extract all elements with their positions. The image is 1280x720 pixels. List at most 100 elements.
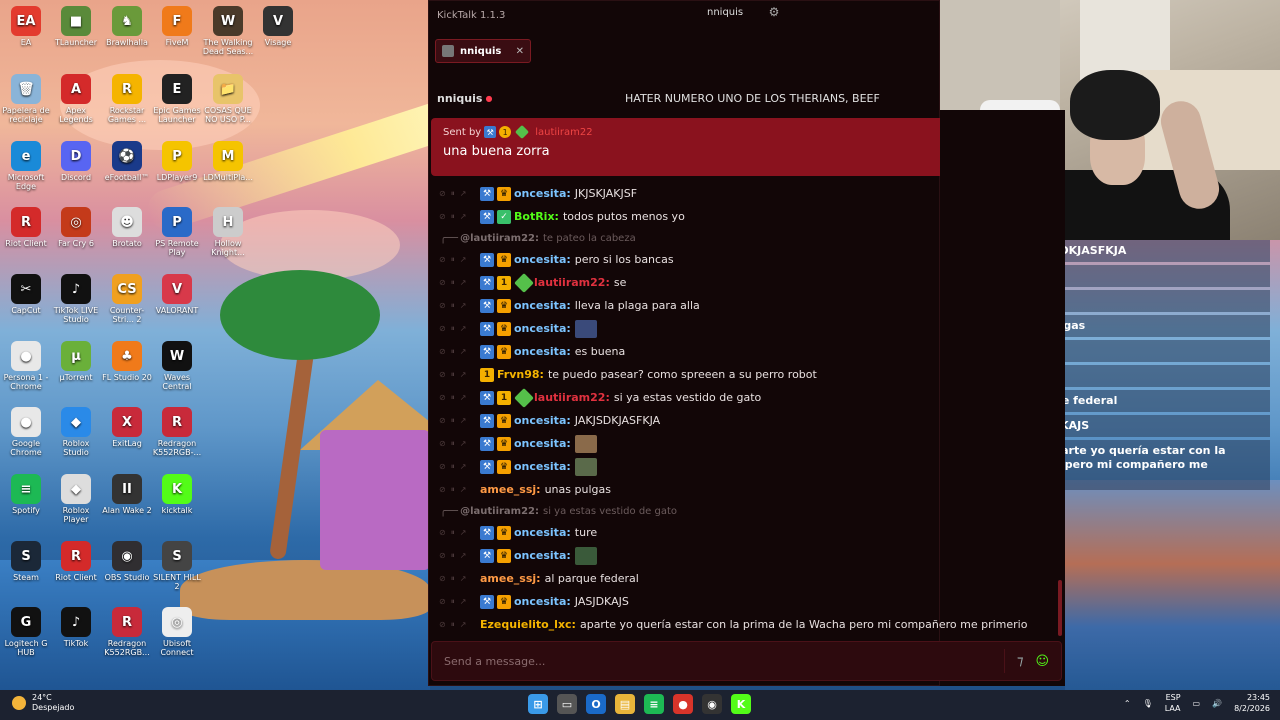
desktop-icon[interactable]: ◎ Ubisoft Connect <box>151 603 203 657</box>
chat-username[interactable]: oncesita: <box>514 414 571 427</box>
chat-username[interactable]: lautiiram22: <box>534 391 610 404</box>
moderator-badge-icon[interactable]: ⚒ <box>480 186 494 201</box>
timeout-icon[interactable]: ⏸ <box>451 301 455 311</box>
moderator-badge-icon[interactable]: ⚒ <box>480 209 494 224</box>
chat-message[interactable]: ⊘ ⏸ ↗ ⚒ 1 lautiiram22: se <box>436 271 1061 294</box>
desktop-icon[interactable]: 📁 COSAS QUE NO USO P... <box>202 70 254 124</box>
desktop-icon[interactable]: Kkicktalk <box>151 470 203 515</box>
timeout-icon[interactable]: ⏸ <box>451 278 455 288</box>
chat-username[interactable]: oncesita: <box>514 460 571 473</box>
desktop-icon[interactable]: R Redragon K552RGB-... <box>151 403 203 457</box>
subscriber-badge-icon[interactable]: 1 <box>497 275 511 290</box>
desktop-icon[interactable]: ≡ Spotify <box>0 470 52 515</box>
reply-icon[interactable]: ↗ <box>460 212 467 222</box>
reply-icon[interactable]: ↗ <box>460 278 467 288</box>
timeout-icon[interactable]: ⏸ <box>451 370 455 380</box>
chat-message[interactable]: ⊘ ⏸ ↗ Ezequielito_lxc: aparte yo quería esta… <box>436 613 1061 636</box>
chat-message[interactable]: ⊘ ⏸ ↗ ⚒ ♛ oncesita: <box>436 317 1061 340</box>
reply-icon[interactable]: ↗ <box>460 255 467 265</box>
desktop-icon[interactable]: ■ TLauncher <box>50 2 102 47</box>
reply-icon[interactable]: ↗ <box>460 439 467 449</box>
timeout-icon[interactable]: ⏸ <box>451 439 455 449</box>
desktop-icon[interactable]: M LDMultiPla... <box>202 137 254 182</box>
vip-crown-badge-icon[interactable]: ♛ <box>497 525 511 540</box>
chat-username[interactable]: oncesita: <box>514 437 571 450</box>
chevron-up-icon[interactable]: ⌃ <box>1124 699 1131 708</box>
reply-icon[interactable]: ↗ <box>460 597 467 607</box>
start-button[interactable]: ⊞ <box>528 694 548 714</box>
moderator-badge-icon[interactable]: ⚒ <box>480 344 494 359</box>
gifter-badge-icon[interactable] <box>514 387 534 408</box>
ban-icon[interactable]: ⊘ <box>439 393 446 403</box>
reply-icon[interactable]: ↗ <box>460 462 467 472</box>
vip-crown-badge-icon[interactable]: ♛ <box>497 548 511 563</box>
chat-username[interactable]: oncesita: <box>514 549 571 562</box>
outlook-app[interactable]: O <box>586 694 606 714</box>
vip-crown-badge-icon[interactable]: ♛ <box>497 252 511 267</box>
speaker-icon[interactable]: 🔊 <box>1212 699 1222 708</box>
vip-crown-badge-icon[interactable]: ♛ <box>497 413 511 428</box>
reply-icon[interactable]: ↗ <box>460 528 467 538</box>
file-explorer-app[interactable]: ▤ <box>615 694 635 714</box>
gifter-badge-icon[interactable] <box>514 272 534 293</box>
desktop-icon[interactable]: ✂ CapCut <box>0 270 52 315</box>
chat-message[interactable]: ⊘ ⏸ ↗ amee_ssj: al parque federal <box>436 567 1061 590</box>
chat-message[interactable]: ⊘ ⏸ ↗ ⚒ ✓ BotRix: todos putos menos yo <box>436 205 1061 228</box>
moderator-badge-icon[interactable]: ⚒ <box>480 594 494 609</box>
message-input[interactable] <box>444 654 1004 668</box>
chat-message[interactable]: ⊘ ⏸ ↗ ⚒ ♛ oncesita: <box>436 455 1061 478</box>
emote-image[interactable] <box>574 434 597 453</box>
moderator-badge-icon[interactable]: ⚒ <box>480 459 494 474</box>
chat-message[interactable]: ⊘ ⏸ ↗ ⚒ ♛ oncesita: lleva la plaga para alla <box>436 294 1061 317</box>
desktop-icon[interactable]: ◆ Roblox Studio <box>50 403 102 457</box>
chat-username[interactable]: oncesita: <box>514 187 571 200</box>
desktop-icon[interactable]: ◉ OBS Studio <box>101 537 153 582</box>
close-tab-icon[interactable]: ✕ <box>516 46 524 57</box>
desktop-icon[interactable]: A Apex Legends <box>50 70 102 124</box>
ban-icon[interactable]: ⊘ <box>439 597 446 607</box>
chat-username[interactable]: oncesita: <box>514 595 571 608</box>
reply-preview-banner[interactable]: Sent by ⚒ 1 lautiiram22 una buena zorra <box>431 118 940 176</box>
desktop-icon[interactable]: II Alan Wake 2 <box>101 470 153 515</box>
desktop-icon[interactable]: R Riot Client <box>50 537 102 582</box>
subscriber-badge-icon[interactable]: 1 <box>497 390 511 405</box>
chat-message[interactable]: ⊘ ⏸ ↗ ⚒ ♛ oncesita: <box>436 432 1061 455</box>
timeout-icon[interactable]: ⏸ <box>451 347 455 357</box>
desktop-icon[interactable]: G Logitech G HUB <box>0 603 52 657</box>
chat-message-list[interactable]: ⊘ ⏸ ↗ ⚒ ♛ oncesita: JKJSKJAKJSF ⊘ ⏸ ↗ ⚒ ✓ BotRix: tod… <box>436 182 1061 636</box>
desktop-icon[interactable]: R Redragon K552RGB... <box>101 603 153 657</box>
desktop-icon[interactable]: ⚽ eFootball™ <box>101 137 153 182</box>
vip-crown-badge-icon[interactable]: ♛ <box>497 436 511 451</box>
desktop-icon[interactable]: F FiveM <box>151 2 203 47</box>
desktop-icon[interactable]: EA EA <box>0 2 52 47</box>
moderator-badge-icon[interactable]: ⚒ <box>480 321 494 336</box>
desktop-icon[interactable]: V Visage <box>252 2 304 47</box>
desktop-icon[interactable]: W The Walking Dead Seas... <box>202 2 254 56</box>
microphone-icon[interactable]: 🎙 <box>1143 699 1153 708</box>
task-view-button[interactable]: ▭ <box>557 694 577 714</box>
reply-thread-line[interactable]: ╭── @lautiiram22: si ya estas vestido de g… <box>436 501 1061 521</box>
timeout-icon[interactable]: ⏸ <box>451 324 455 334</box>
timeout-icon[interactable]: ⏸ <box>451 255 455 265</box>
desktop-icon[interactable]: H Hollow Knight... <box>202 203 254 257</box>
desktop-icon[interactable]: ♣ FL Studio 20 <box>101 337 153 382</box>
verified-badge-icon[interactable]: ✓ <box>497 209 511 224</box>
chat-username[interactable]: Ezequielito_lxc: <box>480 618 576 631</box>
chat-message[interactable]: ⊘ ⏸ ↗ amee_ssj: unas pulgas <box>436 478 1061 501</box>
timeout-icon[interactable]: ⏸ <box>451 528 455 538</box>
weather-widget[interactable]: 24°C Despejado <box>12 693 74 713</box>
chrome-app[interactable]: ● <box>673 694 693 714</box>
desktop-icon[interactable]: X ExitLag <box>101 403 153 448</box>
ban-icon[interactable]: ⊘ <box>439 324 446 334</box>
moderator-badge-icon[interactable]: ⚒ <box>480 275 494 290</box>
chat-username[interactable]: oncesita: <box>514 299 571 312</box>
ban-icon[interactable]: ⊘ <box>439 255 446 265</box>
clock[interactable]: 23:45 8/2/2026 <box>1234 692 1270 714</box>
chat-username[interactable]: oncesita: <box>514 345 571 358</box>
desktop-icon[interactable]: ♪ TikTok LIVE Studio <box>50 270 102 324</box>
chat-message[interactable]: ⊘ ⏸ ↗ ⚒ ♛ oncesita: ture <box>436 521 1061 544</box>
account-username[interactable]: nniquis <box>707 7 743 18</box>
reply-icon[interactable]: ↗ <box>460 416 467 426</box>
reply-sender-name[interactable]: lautiiram22 <box>535 127 592 138</box>
kicktalk-titlebar[interactable]: KickTalk 1.1.3 <box>429 1 939 29</box>
